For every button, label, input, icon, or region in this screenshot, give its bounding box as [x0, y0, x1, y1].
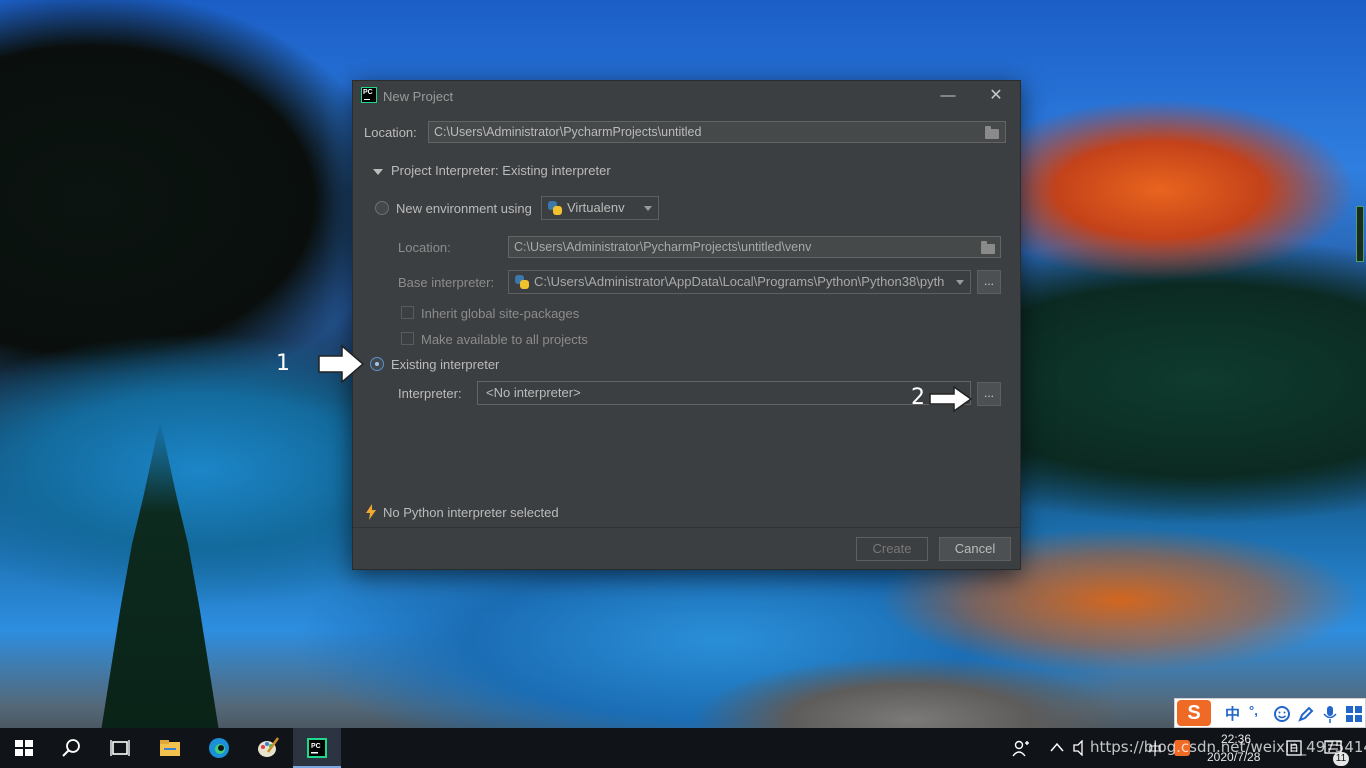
base-interpreter-label: Base interpreter: — [398, 275, 495, 290]
interpreter-value: <No interpreter> — [486, 385, 581, 400]
microphone-icon[interactable] — [1321, 704, 1339, 724]
chevron-down-icon — [956, 280, 964, 285]
venv-location-value: C:\Users\Administrator\PycharmProjects\u… — [514, 240, 812, 254]
environment-tool-value: Virtualenv — [567, 200, 625, 215]
existing-interpreter-radio[interactable] — [370, 357, 384, 371]
speaker-icon[interactable] — [1072, 740, 1090, 756]
make-available-label: Make available to all projects — [421, 332, 588, 347]
file-explorer-icon[interactable] — [158, 736, 182, 760]
interpreter-browse-button[interactable]: ... — [977, 382, 1001, 406]
dialog-titlebar[interactable]: PC New Project — ✕ — [353, 81, 1020, 111]
python-icon — [548, 201, 562, 215]
toolbox-icon[interactable] — [1345, 705, 1363, 723]
footer-divider — [353, 527, 1020, 528]
search-icon[interactable] — [60, 736, 84, 760]
dialog-title: New Project — [383, 89, 454, 104]
ime-toolbar[interactable]: S 中 °, — [1174, 698, 1366, 728]
location-input-value: C:\Users\Administrator\PycharmProjects\u… — [434, 125, 702, 139]
close-button[interactable]: ✕ — [981, 85, 1011, 107]
base-interpreter-browse-button[interactable]: ... — [977, 270, 1001, 294]
new-environment-radio[interactable] — [375, 201, 389, 215]
environment-tool-select[interactable]: Virtualenv — [541, 196, 659, 220]
ime-language-toggle[interactable]: 中 — [1225, 703, 1240, 724]
interpreter-section-toggle[interactable]: Project Interpreter: Existing interprete… — [373, 163, 611, 178]
location-input[interactable]: C:\Users\Administrator\PycharmProjects\u… — [428, 121, 1006, 143]
ime-punctuation-toggle[interactable]: °, — [1249, 703, 1258, 718]
base-interpreter-value: C:\Users\Administrator\AppData\Local\Pro… — [534, 274, 945, 289]
venv-location-label: Location: — [398, 240, 451, 255]
annotation-number-1: 1 — [276, 351, 290, 376]
interpreter-label: Interpreter: — [398, 386, 462, 401]
windows-start-icon[interactable] — [12, 736, 36, 760]
sogou-logo-icon: S — [1177, 700, 1211, 726]
annotation-arrow-1-icon — [318, 344, 365, 384]
existing-interpreter-label: Existing interpreter — [391, 357, 500, 372]
python-icon — [515, 275, 529, 289]
base-interpreter-select[interactable]: C:\Users\Administrator\AppData\Local\Pro… — [508, 270, 971, 294]
venv-location-input[interactable]: C:\Users\Administrator\PycharmProjects\u… — [508, 236, 1001, 258]
new-project-dialog: PC New Project — ✕ Location: C:\Users\Ad… — [352, 80, 1021, 570]
pycharm-taskbar-icon[interactable]: PC — [305, 736, 329, 760]
wallpaper-rocks — [640, 640, 1180, 730]
chevron-up-icon[interactable] — [1050, 742, 1064, 752]
people-icon[interactable] — [1012, 739, 1030, 757]
expand-triangle-icon — [373, 168, 383, 175]
location-label: Location: — [364, 125, 417, 140]
cancel-button[interactable]: Cancel — [939, 537, 1011, 561]
section-title: Project Interpreter: Existing interprete… — [391, 163, 611, 178]
svg-text:PC: PC — [311, 743, 321, 750]
pycharm-icon: PC — [361, 87, 377, 103]
inherit-packages-checkbox[interactable] — [401, 306, 414, 319]
annotation-arrow-2-icon — [929, 385, 973, 413]
minimize-button[interactable]: — — [933, 85, 963, 107]
emoji-icon[interactable] — [1273, 705, 1291, 723]
interpreter-select[interactable]: <No interpreter> — [477, 381, 971, 405]
folder-icon[interactable] — [985, 126, 999, 139]
task-view-icon[interactable] — [108, 736, 132, 760]
make-available-checkbox[interactable] — [401, 332, 414, 345]
inherit-packages-label: Inherit global site-packages — [421, 306, 580, 321]
handwriting-icon[interactable] — [1297, 705, 1315, 723]
folder-icon[interactable] — [981, 241, 995, 254]
create-button[interactable]: Create — [856, 537, 928, 561]
warning-bolt-icon — [366, 504, 376, 520]
paint-app-icon[interactable] — [256, 736, 280, 760]
annotation-number-2: 2 — [911, 385, 925, 410]
warning-message: No Python interpreter selected — [383, 505, 559, 520]
side-meter-widget[interactable] — [1356, 206, 1364, 262]
edge-browser-icon[interactable] — [207, 736, 231, 760]
watermark-url: https://blog.csdn.net/weixin_4975414 — [1090, 738, 1366, 756]
chevron-down-icon — [644, 206, 652, 211]
wallpaper-trees — [101, 420, 219, 730]
new-environment-label: New environment using — [396, 201, 532, 216]
